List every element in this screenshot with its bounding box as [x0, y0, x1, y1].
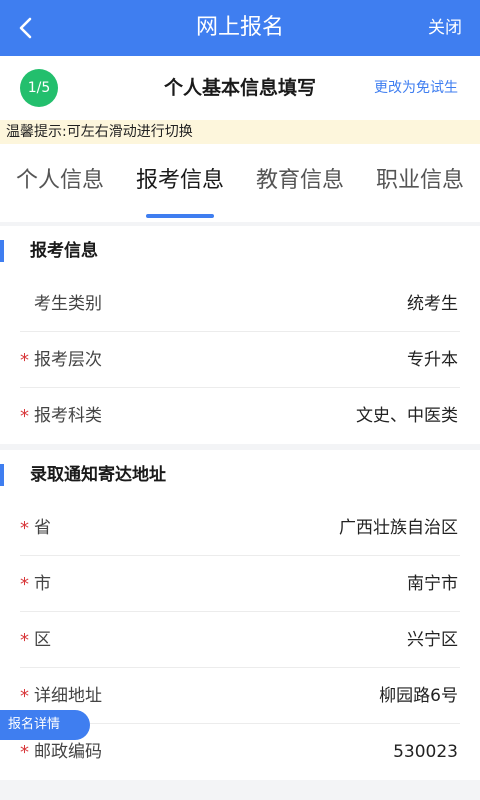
field-label: 省 — [34, 518, 51, 538]
required-mark: * — [20, 406, 29, 427]
tab-exam-info[interactable]: 报考信息 — [120, 144, 240, 214]
field-row-exam-subject[interactable]: * 报考科类 文史、中医类 — [20, 388, 460, 444]
section-header: 录取通知寄达地址 — [0, 450, 480, 500]
field-value: 兴宁区 — [407, 630, 458, 650]
section-header: 报考信息 — [0, 226, 480, 276]
registration-details-button[interactable]: 报名详情 — [0, 710, 90, 740]
field-label: 报考层次 — [34, 350, 102, 370]
active-tab-indicator — [146, 214, 214, 218]
section-accent-bar — [0, 464, 4, 486]
field-value: 专升本 — [407, 350, 458, 370]
field-label: 考生类别 — [34, 294, 102, 314]
field-row-candidate-type[interactable]: 考生类别 统考生 — [20, 276, 460, 332]
section-title: 报考信息 — [30, 241, 98, 261]
tab-career-info[interactable]: 职业信息 — [360, 144, 480, 214]
tab-personal-info[interactable]: 个人信息 — [0, 144, 120, 214]
field-value: 广西壮族自治区 — [339, 518, 458, 538]
close-button[interactable]: 关闭 — [428, 0, 462, 56]
field-row-city[interactable]: * 市 南宁市 — [20, 556, 460, 612]
required-mark: * — [20, 518, 29, 539]
section-accent-bar — [0, 240, 4, 262]
top-bar: 网上报名 关闭 — [0, 0, 480, 56]
tab-bar: 个人信息 报考信息 教育信息 职业信息 — [0, 144, 480, 222]
field-label: 市 — [34, 574, 51, 594]
field-value: 文史、中医类 — [356, 406, 458, 426]
form-header: 1/5 个人基本信息填写 更改为免试生 — [0, 56, 480, 120]
switch-exempt-link[interactable]: 更改为免试生 — [374, 56, 458, 120]
section-title: 录取通知寄达地址 — [30, 465, 166, 485]
field-row-district[interactable]: * 区 兴宁区 — [20, 612, 460, 668]
field-row-province[interactable]: * 省 广西壮族自治区 — [20, 500, 460, 556]
tab-education-info[interactable]: 教育信息 — [240, 144, 360, 214]
field-label: 报考科类 — [34, 406, 102, 426]
field-row-exam-level[interactable]: * 报考层次 专升本 — [20, 332, 460, 388]
required-mark: * — [20, 574, 29, 595]
field-value: 南宁市 — [407, 574, 458, 594]
required-mark: * — [20, 630, 29, 651]
required-mark: * — [20, 350, 29, 371]
field-value: 统考生 — [407, 294, 458, 314]
field-label: 区 — [34, 630, 51, 650]
page-title: 网上报名 — [195, 15, 284, 40]
exam-info-section: 报考信息 考生类别 统考生 * 报考层次 专升本 * 报考科类 文史、中医类 — [0, 226, 480, 444]
field-value: 柳园路6号 — [379, 686, 458, 706]
field-value: 530023 — [393, 742, 458, 762]
swipe-tip: 温馨提示:可左右滑动进行切换 — [0, 120, 480, 144]
